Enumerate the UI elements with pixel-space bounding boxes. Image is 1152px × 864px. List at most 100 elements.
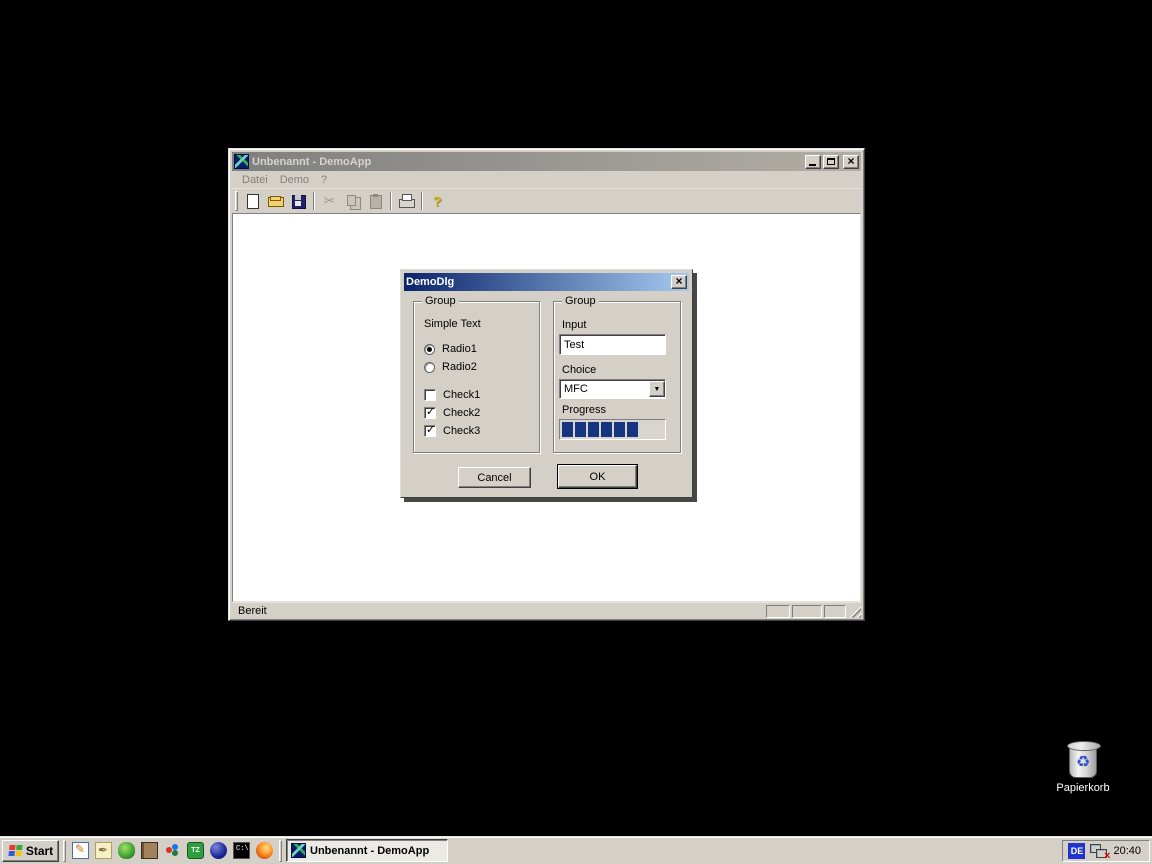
progress-segment: [575, 422, 586, 437]
toolbar-separator: [421, 192, 423, 210]
checkbox-label: Check2: [443, 407, 480, 419]
dialog-title: DemoDlg: [406, 276, 668, 288]
progress-segment: [562, 422, 573, 437]
progress-bar: [559, 419, 666, 440]
window-controls: ×: [805, 155, 859, 169]
progress-segment: [614, 422, 625, 437]
checkbox-icon: [424, 389, 436, 401]
chevron-down-icon: ▼: [654, 386, 661, 393]
open-folder-icon: [267, 193, 284, 209]
radio-icon: [424, 344, 435, 355]
toolbar-print-printer-button[interactable]: [395, 190, 418, 212]
maximize-button[interactable]: [823, 155, 839, 169]
menu-item-help[interactable]: ?: [315, 173, 333, 187]
toolbar-save-floppy-button[interactable]: [287, 190, 310, 212]
firefox-icon[interactable]: [256, 842, 273, 859]
copy-pages-icon: [344, 193, 361, 209]
radio-group: Radio1 Radio2: [424, 340, 477, 376]
app-icon: [234, 154, 249, 169]
start-button[interactable]: Start: [2, 840, 59, 862]
progress-segment: [601, 422, 612, 437]
system-tray: DE × 20:40: [1062, 840, 1150, 862]
input-field[interactable]: Test: [559, 334, 666, 355]
command-prompt-icon[interactable]: [233, 842, 250, 859]
simple-text-label: Simple Text: [424, 318, 481, 330]
resize-grip[interactable]: [848, 605, 861, 618]
taskbar: Start Unbenannt - DemoApp DE × 20:40: [0, 836, 1152, 864]
close-button[interactable]: ×: [843, 155, 859, 169]
status-text: Bereit: [238, 605, 267, 617]
task-button-label: Unbenannt - DemoApp: [310, 845, 429, 857]
windows-logo-icon: [7, 844, 23, 857]
checkbox-group: Check1 Check2 Check3: [424, 386, 480, 440]
toolbar-paste-clipboard-button[interactable]: [364, 190, 387, 212]
toolbar-cut-scissors-button[interactable]: [318, 190, 341, 212]
help-question-icon: [429, 193, 446, 209]
recycle-bin-label: Papierkorb: [1056, 782, 1109, 794]
network-status-icon[interactable]: ×: [1090, 843, 1108, 859]
menu-item-datei[interactable]: Datei: [236, 173, 274, 187]
taskbar-divider: [279, 840, 282, 862]
app-titlebar[interactable]: Unbenannt - DemoApp ×: [232, 152, 861, 171]
checkbox-check3[interactable]: Check3: [424, 422, 480, 440]
paste-clipboard-icon: [367, 193, 384, 209]
quick-launch-bar: [70, 842, 275, 859]
status-pane: [792, 605, 822, 618]
group-caption: Group: [562, 295, 599, 307]
minimize-icon: [809, 164, 816, 166]
language-indicator[interactable]: DE: [1068, 843, 1085, 859]
desktop: { "desktop": { "recycle_bin_label": "Pap…: [0, 0, 1152, 864]
combo-dropdown-button[interactable]: ▼: [649, 381, 665, 397]
print-printer-icon: [398, 193, 415, 209]
radio-label: Radio2: [442, 361, 477, 373]
app-icon: [291, 843, 306, 858]
taskbar-app-button[interactable]: Unbenannt - DemoApp: [286, 839, 448, 862]
checkbox-check2[interactable]: Check2: [424, 404, 480, 422]
notepad-pen-icon[interactable]: [72, 842, 89, 859]
group-box-right: Group Input Test Choice MFC ▼ Progress: [553, 301, 681, 453]
toolbar-help-question-button[interactable]: [426, 190, 449, 212]
dialog-titlebar[interactable]: DemoDlg ×: [404, 273, 689, 291]
writing-hand-icon[interactable]: [95, 842, 112, 859]
checkbox-icon: [424, 407, 436, 419]
colorful-logo-icon[interactable]: [164, 842, 181, 859]
recycle-symbol-icon: ♻: [1076, 755, 1090, 771]
app-title: Unbenannt - DemoApp: [252, 156, 802, 168]
toolbar-new-document-button[interactable]: [241, 190, 264, 212]
status-panes: [766, 605, 846, 618]
radio-icon: [424, 362, 435, 373]
tray-clock: 20:40: [1113, 845, 1141, 857]
minimize-button[interactable]: [805, 155, 821, 169]
menu-item-demo[interactable]: Demo: [274, 173, 315, 187]
choice-combobox[interactable]: MFC ▼: [559, 379, 666, 399]
dialog-close-button[interactable]: ×: [671, 275, 687, 289]
menu-bar: DateiDemo?: [232, 171, 861, 188]
ok-button[interactable]: OK: [558, 465, 637, 488]
radio-radio2[interactable]: Radio2: [424, 358, 477, 376]
checkbox-check1[interactable]: Check1: [424, 386, 480, 404]
green-creature-icon[interactable]: [118, 842, 135, 859]
progress-segment: [627, 422, 638, 437]
address-book-icon[interactable]: [141, 842, 158, 859]
blue-globe-icon[interactable]: [210, 842, 227, 859]
checkbox-icon: [424, 425, 436, 437]
input-label: Input: [562, 319, 586, 331]
network-error-icon: ×: [1104, 850, 1110, 862]
start-label: Start: [26, 844, 53, 858]
toolbar-copy-pages-button[interactable]: [341, 190, 364, 212]
toolbar-grip[interactable]: [235, 191, 238, 211]
toolbar-open-folder-button[interactable]: [264, 190, 287, 212]
recycle-bin[interactable]: ♻ Papierkorb: [1051, 744, 1115, 794]
radio-radio1[interactable]: Radio1: [424, 340, 477, 358]
cancel-button[interactable]: Cancel: [458, 467, 531, 488]
toolbar: [232, 188, 861, 212]
choice-label: Choice: [562, 364, 596, 376]
checkbox-label: Check1: [443, 389, 480, 401]
status-pane: [766, 605, 790, 618]
checkbox-label: Check3: [443, 425, 480, 437]
cut-scissors-icon: [321, 193, 338, 209]
close-icon: ×: [847, 156, 854, 166]
status-bar: Bereit: [232, 602, 861, 619]
tz-monitor-icon[interactable]: [187, 842, 204, 859]
recycle-bin-icon: ♻: [1069, 744, 1097, 778]
